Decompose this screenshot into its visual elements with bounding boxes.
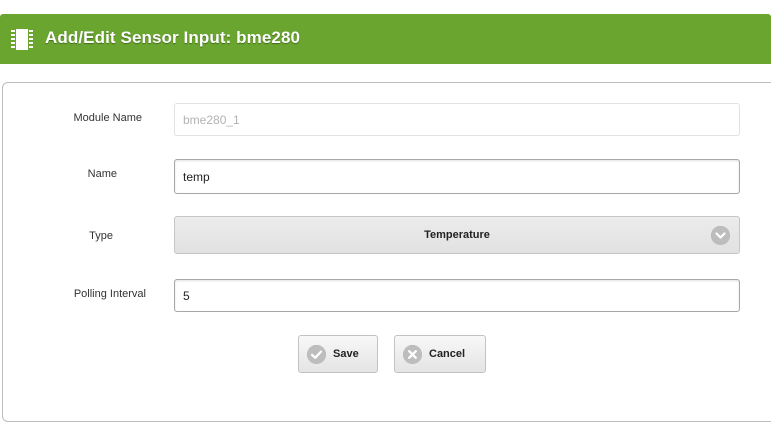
check-icon [307,344,326,364]
name-value: temp [183,169,210,184]
polling-interval-value: 5 [183,288,190,303]
cancel-button[interactable]: Cancel [394,335,486,373]
type-selected-value: Temperature [424,229,490,241]
save-label: Save [333,348,359,360]
chevron-down-icon [711,226,730,245]
polling-interval-input[interactable]: 5 [174,279,740,312]
save-button[interactable]: Save [298,335,378,373]
type-select[interactable]: Temperature [174,216,740,254]
module-name-label: Module Name [73,112,142,124]
dialog-header: Add/Edit Sensor Input: bme280 [0,14,771,64]
dialog-title: Add/Edit Sensor Input: bme280 [45,28,301,47]
close-icon [403,344,422,364]
name-input[interactable]: temp [174,159,740,194]
module-name-placeholder: bme280_1 [183,112,240,127]
module-name-input[interactable]: bme280_1 [174,103,740,136]
type-label: Type [89,230,113,242]
polling-interval-label: Polling Interval [73,288,146,300]
cancel-label: Cancel [429,348,466,360]
chip-icon [11,29,33,50]
name-label: Name [87,168,117,180]
